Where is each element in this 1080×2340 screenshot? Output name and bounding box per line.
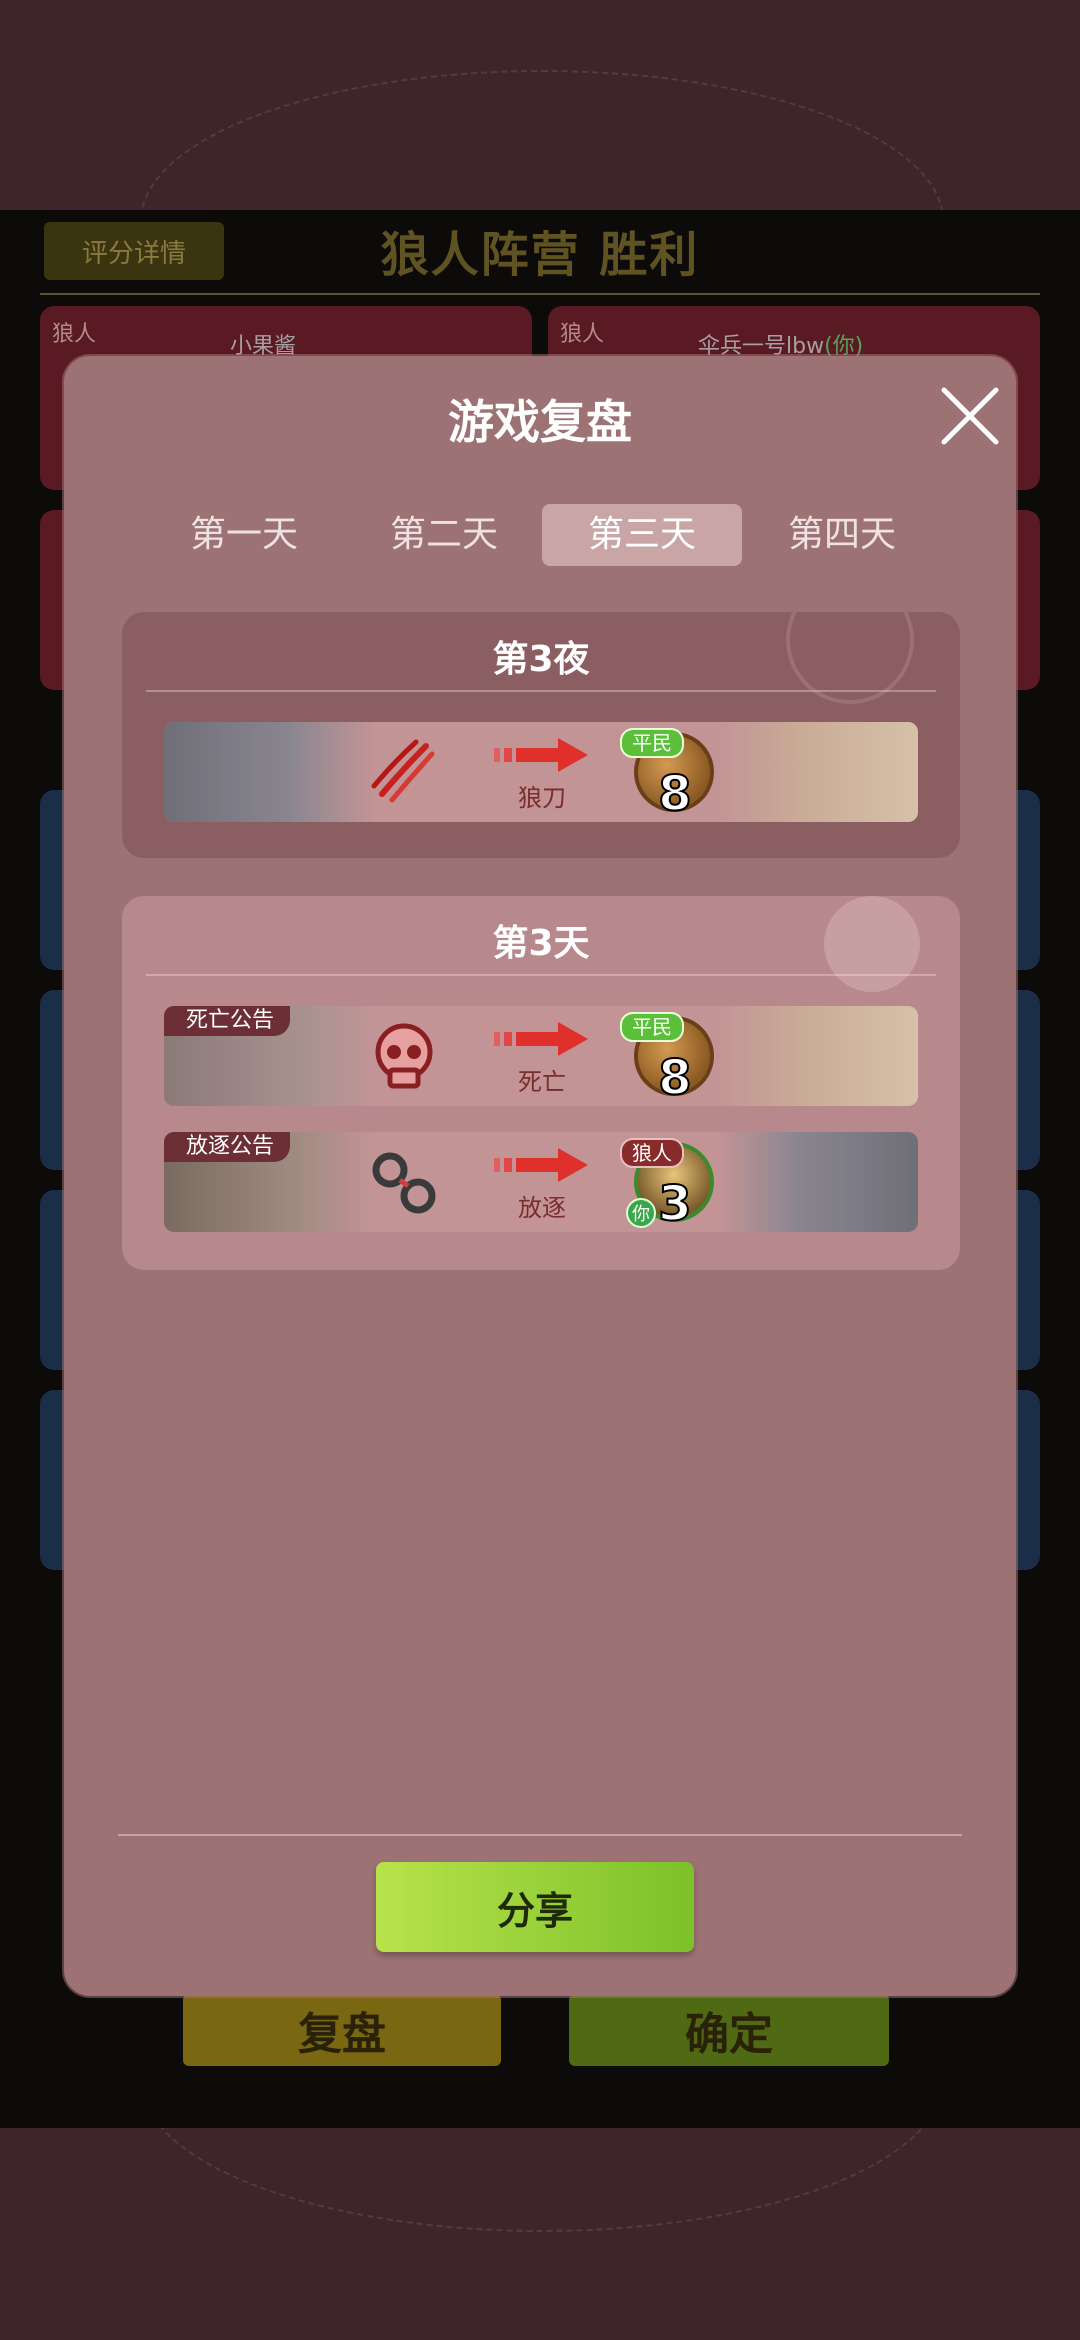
- announcement-tag: 放逐公告: [164, 1132, 291, 1162]
- you-badge: 你: [626, 1198, 656, 1228]
- replay-button[interactable]: 复盘: [183, 1994, 501, 2066]
- divider: [146, 974, 936, 976]
- share-button[interactable]: 分享: [376, 1862, 694, 1952]
- player-role-label: 狼人: [560, 322, 605, 347]
- claw-icon: [364, 732, 444, 812]
- player-role-label: 狼人: [52, 322, 97, 347]
- divider: [118, 1834, 962, 1836]
- skull-icon: [364, 1016, 444, 1096]
- action-label: 狼刀: [518, 784, 566, 812]
- event-row: 狼刀 平民 8: [164, 722, 918, 822]
- divider: [146, 690, 936, 692]
- handcuffs-icon: [364, 1142, 444, 1222]
- tab-day-1[interactable]: 第一天: [144, 504, 344, 566]
- night-title: 第3夜: [492, 639, 590, 680]
- tab-day-4[interactable]: 第四天: [742, 504, 942, 566]
- tab-day-2[interactable]: 第二天: [344, 504, 544, 566]
- seat-number: 8: [657, 1049, 692, 1106]
- action-label: 放逐: [518, 1194, 566, 1222]
- wolf-image: [164, 722, 374, 822]
- score-details-button[interactable]: 评分详情: [44, 222, 224, 280]
- day-tabs: 第一天 第二天 第三天 第四天: [144, 504, 944, 566]
- role-badge: 狼人: [620, 1138, 684, 1168]
- action-label: 死亡: [518, 1068, 566, 1096]
- result-title: 狼人阵营 胜利: [380, 227, 700, 283]
- red-arrow-icon: [494, 1020, 590, 1058]
- role-badge: 平民: [620, 1012, 684, 1042]
- role-badge: 平民: [620, 728, 684, 758]
- wolf-image: [718, 1132, 918, 1232]
- villager-image: [718, 722, 918, 822]
- event-row: 死亡公告 死亡 平民 8: [164, 1006, 918, 1106]
- day-section: 第3天 死亡公告 死亡 平民 8 放逐公告 放逐 狼人 3 你: [122, 896, 960, 1270]
- confirm-button[interactable]: 确定: [569, 1994, 889, 2066]
- red-arrow-icon: [494, 736, 590, 774]
- bottom-decor-band: [0, 2128, 1080, 2340]
- villager-image: [718, 1006, 918, 1106]
- night-section: 第3夜 狼刀 平民 8: [122, 612, 960, 858]
- top-decor-band: [0, 0, 1080, 372]
- announcement-tag: 死亡公告: [164, 1006, 291, 1036]
- divider: [40, 293, 1040, 295]
- day-title: 第3天: [492, 923, 590, 964]
- seat-number: 3: [657, 1175, 692, 1232]
- game-replay-modal: 游戏复盘 第一天 第二天 第三天 第四天 第3夜 狼刀 平民 8 第3天 死亡公…: [64, 356, 1016, 1996]
- red-arrow-icon: [494, 1146, 590, 1184]
- close-icon[interactable]: [938, 384, 1002, 448]
- tab-day-3[interactable]: 第三天: [542, 504, 742, 566]
- event-row: 放逐公告 放逐 狼人 3 你: [164, 1132, 918, 1232]
- modal-title: 游戏复盘: [448, 395, 632, 449]
- seat-number: 8: [657, 765, 692, 822]
